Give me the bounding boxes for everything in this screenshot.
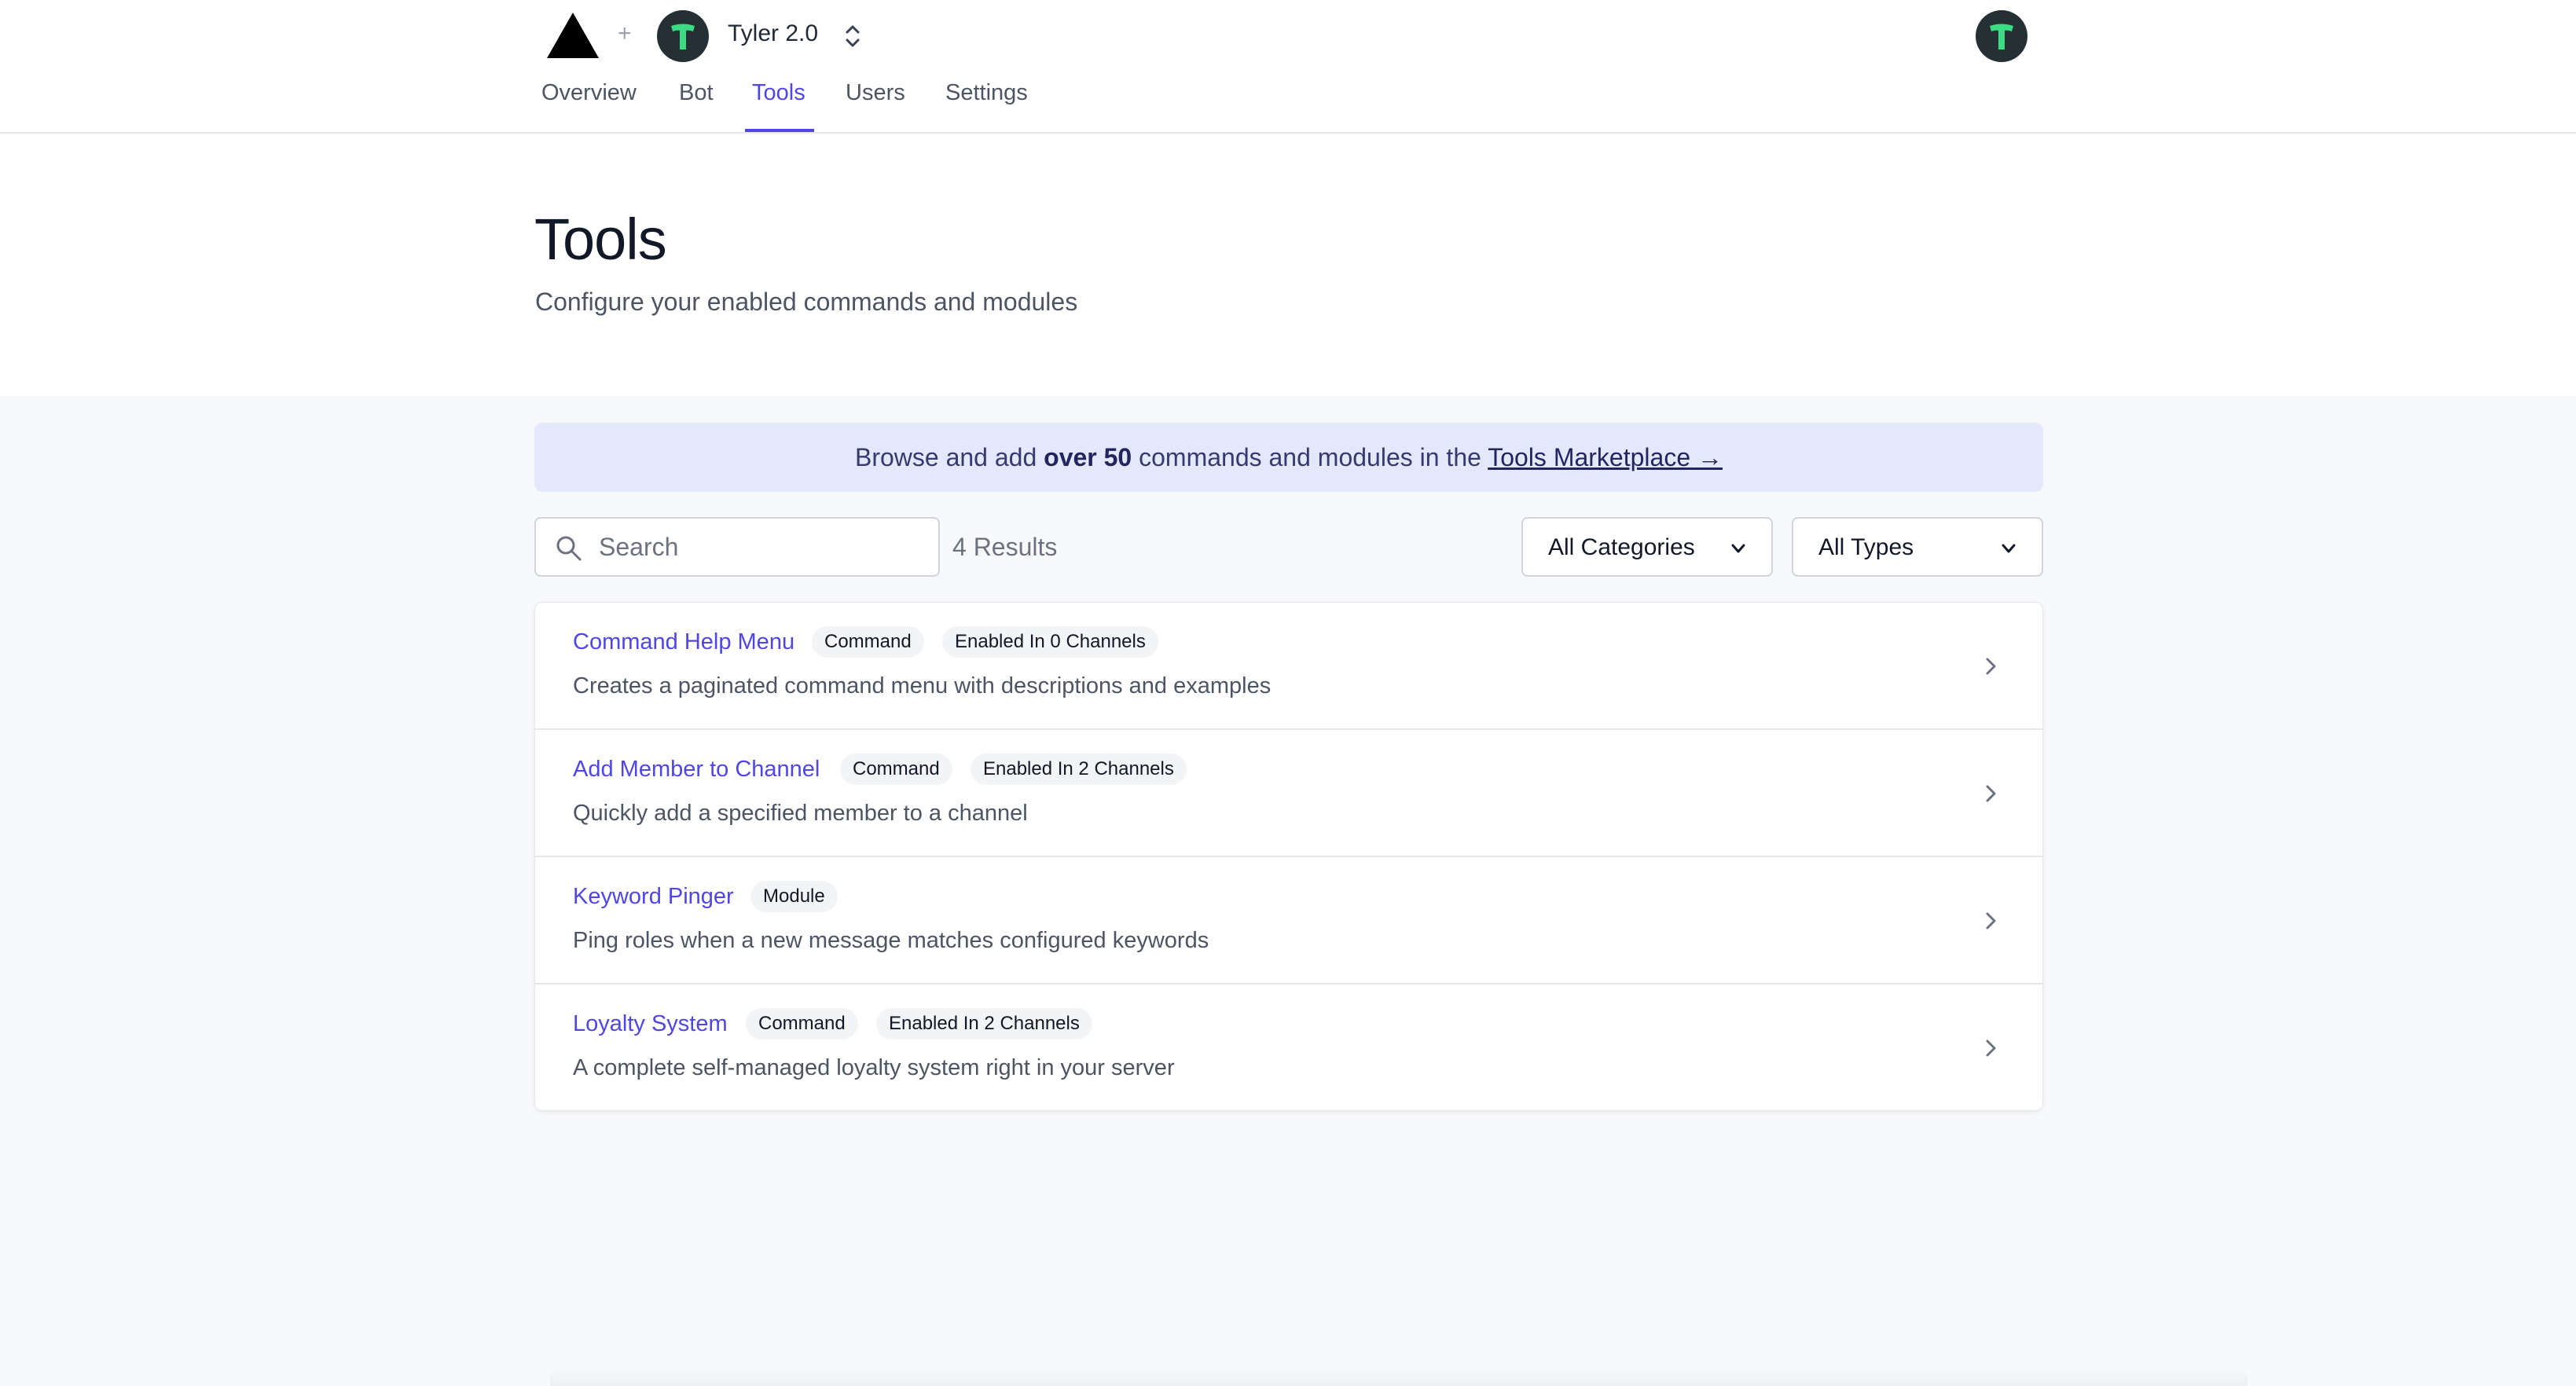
page-header: [0, 135, 2576, 396]
bottom-edge-shadow: [550, 1367, 2248, 1386]
chevron-right-icon[interactable]: [1978, 1033, 2003, 1063]
tool-row-add-member-to-channel[interactable]: Add Member to Channel Command Enabled In…: [535, 730, 2042, 857]
tool-name[interactable]: Keyword Pinger: [573, 884, 734, 910]
type-badge: Command: [840, 754, 952, 785]
tool-row-command-help-menu[interactable]: Command Help Menu Command Enabled In 0 C…: [535, 603, 2042, 730]
tab-overview[interactable]: Overview: [541, 80, 637, 106]
result-count: 4 Results: [952, 533, 1058, 561]
bot-avatar-t-icon[interactable]: [657, 10, 709, 62]
plus-icon: +: [618, 20, 632, 46]
chevron-right-icon[interactable]: [1978, 906, 2003, 936]
banner-prefix: Browse and add: [854, 443, 1044, 471]
category-select-value: All Categories: [1548, 534, 1695, 560]
type-badge: Command: [812, 626, 924, 658]
chevron-down-icon: [2002, 544, 2016, 553]
tab-users[interactable]: Users: [846, 80, 905, 106]
page-title: Tools: [534, 207, 667, 272]
tool-name[interactable]: Loyalty System: [573, 1011, 728, 1037]
tool-description: Creates a paginated command menu with de…: [573, 673, 1271, 698]
tab-settings[interactable]: Settings: [945, 80, 1028, 106]
tab-bot[interactable]: Bot: [679, 80, 714, 106]
tool-description: Quickly add a specified member to a chan…: [573, 801, 1028, 826]
user-avatar-t-icon[interactable]: [1976, 10, 2027, 62]
top-navigation-bar: + Tyler 2.0 Overview Bot Tools Users Set…: [0, 0, 2576, 134]
t-glyph: [1990, 24, 2013, 50]
chevron-up-down-icon[interactable]: [841, 20, 864, 52]
chevron-down-icon: [1731, 544, 1745, 553]
banner-middle: commands and modules in the: [1132, 443, 1488, 471]
type-select-value: All Types: [1818, 534, 1914, 560]
type-badge: Module: [750, 881, 838, 912]
active-tab-indicator: [745, 129, 814, 132]
bot-name[interactable]: Tyler 2.0: [728, 20, 818, 47]
page-subtitle: Configure your enabled commands and modu…: [535, 288, 1078, 316]
channels-badge: Enabled In 2 Channels: [876, 1008, 1092, 1040]
tool-row-loyalty-system[interactable]: Loyalty System Command Enabled In 2 Chan…: [535, 984, 2042, 1110]
channels-badge: Enabled In 2 Channels: [971, 754, 1187, 785]
tool-name[interactable]: Add Member to Channel: [573, 757, 820, 783]
type-badge: Command: [746, 1008, 858, 1040]
search-icon: [556, 536, 582, 561]
chevron-right-icon[interactable]: [1978, 779, 2003, 808]
category-select[interactable]: All Categories: [1521, 517, 1773, 577]
banner-bold: over 50: [1044, 443, 1132, 471]
tool-row-keyword-pinger[interactable]: Keyword Pinger Module Ping roles when a …: [535, 857, 2042, 984]
tool-name[interactable]: Command Help Menu: [573, 629, 794, 655]
tools-marketplace-link[interactable]: Tools Marketplace →: [1488, 443, 1723, 471]
search-box[interactable]: [534, 517, 940, 577]
chevron-right-icon[interactable]: [1978, 651, 2003, 681]
type-select[interactable]: All Types: [1792, 517, 2043, 577]
t-glyph: [671, 24, 695, 50]
tool-description: A complete self-managed loyalty system r…: [573, 1055, 1175, 1080]
tool-description: Ping roles when a new message matches co…: [573, 928, 1209, 953]
triangle-logo-icon[interactable]: [545, 13, 600, 60]
channels-badge: Enabled In 0 Channels: [942, 626, 1158, 658]
marketplace-banner: Browse and add over 50 commands and modu…: [534, 423, 2043, 492]
tool-list: Command Help Menu Command Enabled In 0 C…: [534, 602, 2043, 1111]
tab-tools[interactable]: Tools: [752, 80, 805, 106]
search-input[interactable]: [599, 528, 929, 566]
